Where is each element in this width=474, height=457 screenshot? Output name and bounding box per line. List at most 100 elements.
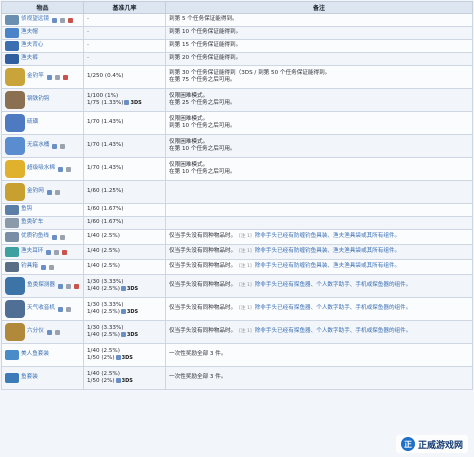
item-link[interactable]: 鱼类矿车	[21, 219, 43, 226]
note-cell: 仅当手头没有同种物品时。 [注 1] 除非手头已经有防缠钓鱼具装、渔夫渔具袋或其所有…	[165, 259, 473, 275]
note-text: 除非手头已经有防缠钓鱼具装、渔夫渔具袋或其所有组件。	[254, 248, 401, 255]
item-link[interactable]: 渔夫背心	[21, 42, 43, 49]
note-cell: 仅限困难模式。 在第 25 个任务之后可用。	[165, 88, 473, 112]
item-link[interactable]: 天气收音机	[27, 305, 55, 312]
golden-rod-icon	[5, 68, 25, 86]
item-link[interactable]: 钓具箱	[21, 263, 38, 270]
item-link[interactable]: 侦视望远镜	[21, 16, 49, 23]
platform-blue-icon	[46, 329, 52, 335]
item-link[interactable]: 渔夫耳环	[21, 248, 43, 255]
header-note: 备注	[165, 1, 473, 14]
platform-blue-icon	[115, 378, 121, 383]
item-link[interactable]: 无底水桶	[27, 142, 49, 149]
note-text: 除非手头已经有探鱼器、个人数字助手、手机或探鱼器的组件。	[254, 282, 412, 289]
platform-blue-icon	[57, 283, 63, 289]
rate-cell: 1/40 (2.5%) 1/50 (2%) 3DS	[83, 343, 166, 367]
table-row: 鱼类探测器 1/30 (3.33%) 1/40 (2.5%) 3DS 仅当手头没有同种物…	[1, 274, 473, 298]
platform-gray-icon	[65, 283, 71, 289]
table-row: 鱼类矿车 1/60 (1.67%)	[1, 216, 473, 230]
table-row: 渔夫帽 - 到第 10 个任务保证能得到。	[1, 26, 473, 40]
note-text: 仅当手头没有同种物品时。	[169, 248, 237, 255]
table-row: 天气收音机 1/30 (3.33%) 1/40 (2.5%) 3DS 仅当手头没有同种物…	[1, 297, 473, 321]
rate-value: 1/70 (1.43%)	[87, 165, 124, 172]
rate-value: 1/75 (1.33%)	[87, 100, 124, 106]
rate-value: 1/40 (2.5%)	[87, 347, 120, 354]
platform-blue-icon	[46, 249, 52, 255]
item-link[interactable]: 超级吸水棉	[27, 165, 55, 172]
platform-blue-icon	[124, 100, 130, 105]
table-row: 无底水桶 1/70 (1.43%) 仅限困难模式。 在第 10 个任务之后可用。	[1, 134, 473, 158]
item-link[interactable]: 渔夫裤	[21, 55, 38, 62]
table-row: 钓具箱 1/40 (2.5%) 仅当手头没有同种物品时。 [注 1] 除非手头已经有防缠…	[1, 259, 473, 275]
item-link[interactable]: 金钓竿	[27, 73, 44, 80]
rate-value: 1/30 (3.33%)	[87, 301, 124, 308]
rate-cell: 1/60 (1.67%)	[83, 203, 166, 217]
footnote-ref[interactable]: [注 1]	[239, 329, 252, 334]
rate-value: -	[87, 55, 90, 62]
watermark-logo-icon: 正	[400, 437, 415, 451]
note-cell	[165, 203, 473, 217]
note-cell: 仅限困难模式。 在第 10 个任务之后可用。	[165, 157, 473, 181]
item-link[interactable]: 渔夫帽	[21, 29, 38, 36]
note-text: 除非手头已经有探鱼器、个人数字助手、手机或探鱼器的组件。	[254, 305, 412, 312]
note-cell: 仅限困难模式。 在第 10 个任务之后可用。	[165, 134, 473, 158]
item-link[interactable]: 硫磺	[27, 119, 38, 126]
item-link[interactable]: 金钓网	[27, 188, 44, 195]
footnote-ref[interactable]: [注 1]	[239, 306, 252, 311]
table-row: 渔夫背心 - 到第 15 个任务保证能得到。	[1, 39, 473, 53]
footnote-ref[interactable]: [注 1]	[239, 249, 252, 254]
platform-red-icon	[73, 283, 79, 289]
footnote-ref[interactable]: [注 1]	[239, 283, 252, 288]
note-text: 仅限困难模式。	[169, 138, 209, 145]
item-link[interactable]: 鱼套装	[21, 374, 38, 381]
table-row: 钢铁钓钩 1/100 (1%) 1/75 (1.33%) 3DS 仅限困难模式。 在第 2…	[1, 88, 473, 112]
item-link[interactable]: 鱼钩	[21, 206, 32, 213]
table-row: 渔夫耳环 1/40 (2.5%) 仅当手头没有同种物品时。 [注 1] 除非手头已经有防…	[1, 244, 473, 260]
platform-blue-icon	[40, 264, 46, 270]
footnote-ref[interactable]: [注 1]	[239, 234, 252, 239]
angler-hat-icon	[5, 28, 19, 38]
item-cell: 鱼钩	[1, 203, 84, 217]
platform-3ds-label: 3DS	[126, 332, 139, 338]
note-text: 到第 10 个任务保证能得到。	[169, 29, 242, 36]
note-text: 仅当手头没有同种物品时。	[169, 263, 237, 270]
rate-value: 1/60 (1.25%)	[87, 188, 124, 195]
rate-value: -	[87, 29, 90, 36]
note-cell: 到第 30 个任务保证能得到（3DS / 到第 50 个任务保证能得到。 在第 7…	[165, 65, 473, 89]
platform-gray-icon	[48, 264, 54, 270]
rate-cell: 1/70 (1.43%)	[83, 111, 166, 135]
note-cell	[165, 180, 473, 204]
note-text: 到第 5 个任务保证能得到。	[169, 16, 238, 23]
item-link[interactable]: 六分仪	[27, 328, 44, 335]
rate-value: 1/40 (2.5%)	[87, 309, 120, 315]
rate-value: 1/40 (2.5%)	[87, 332, 120, 338]
rate-value: -	[87, 16, 90, 23]
footnote-ref[interactable]: [注 1]	[239, 264, 252, 269]
note-text: 仅当手头没有同种物品时。	[169, 282, 237, 289]
rate-cell: 1/30 (3.33%) 1/40 (2.5%) 3DS	[83, 274, 166, 298]
rate-cell: 1/40 (2.5%) 1/50 (2%) 3DS	[83, 366, 166, 390]
item-link[interactable]: 美人鱼套装	[21, 351, 49, 358]
rate-value: 1/100 (1%)	[87, 92, 119, 99]
note-cell: 仅当手头没有同种物品时。 [注 1] 除非手头已经有探鱼器、个人数字助手、手机或探鱼…	[165, 297, 473, 321]
note-cell: 一次性奖励全部 3 件。	[165, 366, 473, 390]
note-text: 到第 10 个任务之后可用。	[169, 123, 236, 129]
item-link[interactable]: 钢铁钓钩	[27, 96, 49, 103]
item-cell: 六分仪	[1, 320, 84, 344]
hook-icon	[5, 91, 25, 109]
golden-net-icon	[5, 183, 25, 201]
platform-blue-icon	[46, 189, 52, 195]
rate-cell: 1/70 (1.43%)	[83, 157, 166, 181]
rate-cell: 1/250 (0.4%)	[83, 65, 166, 89]
platform-gray-icon	[54, 249, 60, 255]
item-link[interactable]: 优质钓鱼线	[21, 233, 49, 240]
item-cell: 美人鱼套装	[1, 343, 84, 367]
note-cell: 仅当手头没有同种物品时。 [注 1] 除非手头已经有探鱼器、个人数字助手、手机或探鱼…	[165, 274, 473, 298]
note-text: 一次性奖励全部 3 件。	[169, 351, 227, 358]
item-link[interactable]: 鱼类探测器	[27, 282, 55, 289]
rate-cell: -	[83, 39, 166, 53]
item-cell: 鱼类矿车	[1, 216, 84, 230]
platform-3ds-label: 3DS	[130, 100, 142, 106]
item-cell: 金钓网	[1, 180, 84, 204]
fish-set-icon	[5, 373, 19, 383]
